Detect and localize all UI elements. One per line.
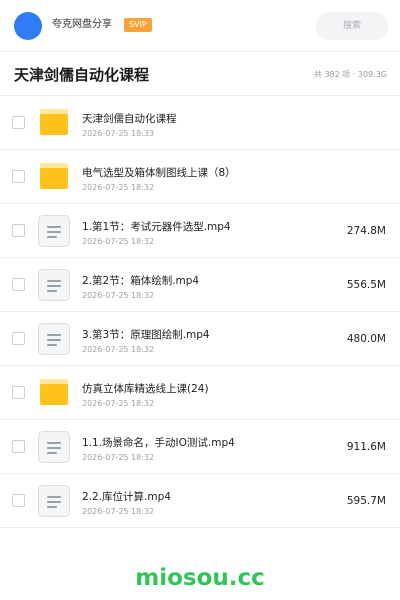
item-name: 3.第3节：原理图绘制.mp4: [82, 329, 210, 341]
row-checkbox[interactable]: [12, 440, 25, 453]
video-file-icon: [38, 215, 70, 247]
video-file-icon: [38, 431, 70, 463]
row-checkbox[interactable]: [12, 278, 25, 291]
avatar[interactable]: [14, 12, 42, 40]
file-row[interactable]: 2.第2节：箱体绘制.mp4 2026-07-25 18:32 556.5M: [0, 258, 400, 312]
row-checkbox[interactable]: [12, 332, 25, 345]
folder-row[interactable]: 电气选型及箱体制图线上课（8） 2026-07-25 18:32: [0, 150, 400, 204]
row-checkbox[interactable]: [12, 386, 25, 399]
row-checkbox[interactable]: [12, 224, 25, 237]
video-file-icon: [38, 485, 70, 517]
search-input[interactable]: 搜索: [316, 12, 388, 40]
page-title: 天津剑儒自动化课程: [14, 66, 150, 84]
file-row[interactable]: 2.2.库位计算.mp4 2026-07-25 18:32 595.7M: [0, 474, 400, 528]
share-header: 夸克网盘分享 SVIP 搜索: [0, 0, 400, 52]
item-name: 1.1.场景命名，手动IO测试.mp4: [82, 437, 235, 449]
item-name: 2.第2节：箱体绘制.mp4: [82, 275, 200, 287]
item-name: 2.2.库位计算.mp4: [82, 491, 171, 503]
video-file-icon: [38, 269, 70, 301]
row-checkbox[interactable]: [12, 116, 25, 129]
item-date: 2026-07-25 18:32: [82, 453, 155, 462]
item-size: 595.7M: [346, 495, 386, 507]
item-name: 仿真立体库精选线上课(24): [82, 383, 209, 395]
folder-icon: [38, 161, 70, 193]
item-date: 2026-07-25 18:32: [82, 291, 155, 300]
file-row[interactable]: 3.第3节：原理图绘制.mp4 2026-07-25 18:32 480.0M: [0, 312, 400, 366]
item-count-summary: 共 382 项 · 309.3G: [313, 70, 387, 79]
item-name: 1.第1节：考试元器件选型.mp4: [82, 221, 231, 233]
svip-badge: SVIP: [124, 18, 152, 32]
file-list: 天津剑儒自动化课程 2026-07-25 18:33 电气选型及箱体制图线上课（8）…: [0, 96, 400, 528]
item-size: 556.5M: [346, 279, 386, 291]
item-date: 2026-07-25 18:32: [82, 345, 155, 354]
folder-row[interactable]: 天津剑儒自动化课程 2026-07-25 18:33: [0, 96, 400, 150]
folder-icon: [38, 377, 70, 409]
folder-row[interactable]: 仿真立体库精选线上课(24) 2026-07-25 18:32: [0, 366, 400, 420]
video-file-icon: [38, 323, 70, 355]
file-row[interactable]: 1.1.场景命名，手动IO测试.mp4 2026-07-25 18:32 911.6…: [0, 420, 400, 474]
row-checkbox[interactable]: [12, 170, 25, 183]
item-size: 274.8M: [346, 225, 386, 237]
item-date: 2026-07-25 18:32: [82, 237, 155, 246]
item-name: 电气选型及箱体制图线上课（8）: [82, 167, 236, 179]
item-date: 2026-07-25 18:32: [82, 507, 155, 516]
item-size: 911.6M: [346, 441, 386, 453]
item-name: 天津剑儒自动化课程: [82, 113, 177, 125]
share-title: 夸克网盘分享: [52, 19, 112, 30]
row-checkbox[interactable]: [12, 494, 25, 507]
folder-icon: [38, 107, 70, 139]
folder-title-bar: 天津剑儒自动化课程 共 382 项 · 309.3G: [0, 52, 400, 96]
item-date: 2026-07-25 18:32: [82, 399, 155, 408]
watermark: miosou.cc: [135, 565, 265, 591]
item-date: 2026-07-25 18:33: [82, 129, 155, 138]
file-row[interactable]: 1.第1节：考试元器件选型.mp4 2026-07-25 18:32 274.8M: [0, 204, 400, 258]
item-size: 480.0M: [346, 333, 386, 345]
item-date: 2026-07-25 18:32: [82, 183, 155, 192]
